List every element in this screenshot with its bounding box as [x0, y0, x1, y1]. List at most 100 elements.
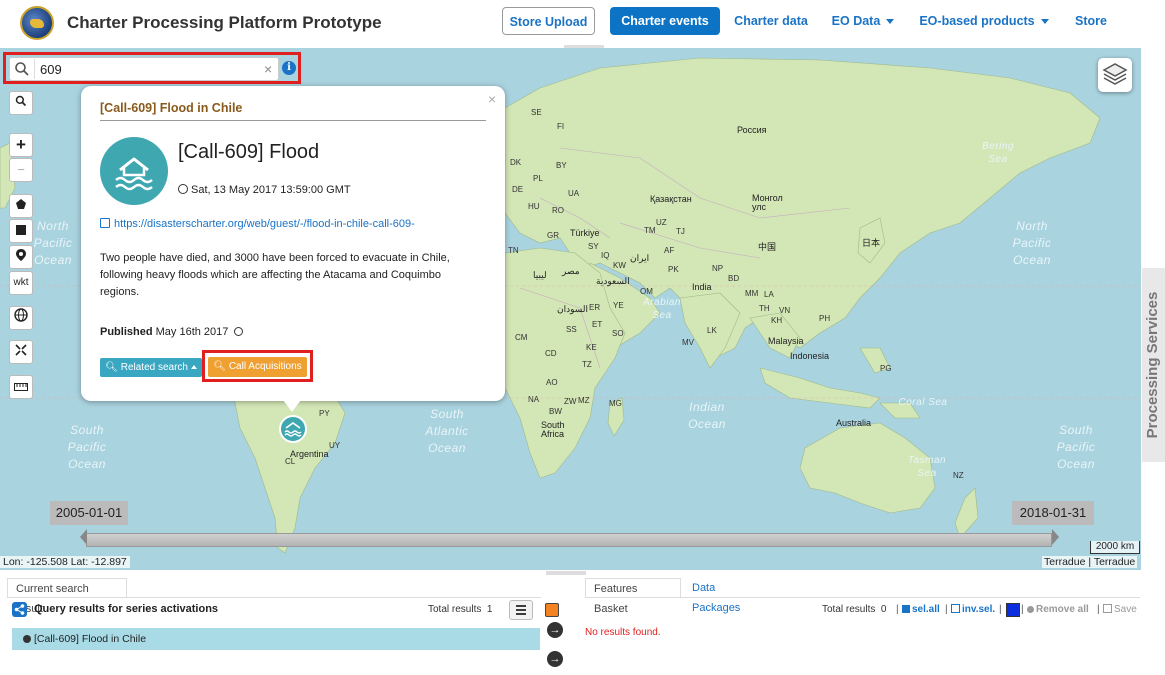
label-kazakhstan: Қазақстан [650, 194, 692, 204]
timeline-end-date[interactable]: 2018-01-31 [1012, 501, 1094, 525]
label-argentina: Argentina [290, 449, 329, 459]
label-turkiye: Türkiye [570, 228, 600, 238]
search-icon: 🔍︎ [105, 362, 118, 373]
country-code: NA [528, 395, 540, 404]
wkt-button[interactable]: wkt [9, 271, 33, 295]
call-acquisitions-button[interactable]: 🔍︎ Call Acquisitions [208, 357, 307, 377]
label-south-africa: South Africa [541, 420, 565, 439]
label-egypt: مصر [562, 266, 580, 276]
move-to-basket-icon[interactable]: → [547, 622, 563, 638]
remove-all-button[interactable]: Remove all [1027, 604, 1089, 615]
basket-color-swatch[interactable] [1006, 603, 1020, 617]
info-icon[interactable]: i [282, 61, 296, 75]
country-code: SY [588, 242, 599, 251]
zoom-out-button[interactable]: − [9, 158, 33, 182]
country-code: ER [589, 303, 601, 312]
tab-current-search-result[interactable]: Current search result [7, 578, 127, 615]
ocean-label-coral-sea: Coral Sea [898, 397, 948, 408]
save-button[interactable]: Save [1103, 604, 1137, 615]
ocean-label-indian: Indian Ocean [688, 400, 726, 431]
panel-splitter[interactable] [546, 571, 586, 575]
processing-services-tab[interactable]: Processing Services [1142, 268, 1165, 462]
clock-icon [234, 327, 244, 336]
country-code: BY [556, 161, 567, 170]
globe-icon [23, 635, 31, 643]
label-indonesia: Indonesia [790, 351, 830, 361]
close-popup-icon[interactable]: × [488, 91, 496, 107]
country-code: KW [613, 261, 626, 270]
event-date-text: Sat, 13 May 2017 13:59:00 GMT [191, 184, 351, 196]
country-code: IQ [601, 251, 610, 260]
series-color-swatch[interactable] [545, 603, 559, 617]
share-icon [12, 602, 27, 617]
select-all-button[interactable]: sel.all [902, 604, 940, 615]
nav-eo-products-label: EO-based products [919, 14, 1035, 28]
timeline-left-handle[interactable] [80, 529, 87, 545]
timeline-slider-track[interactable] [86, 533, 1052, 547]
event-marker-flood[interactable] [279, 415, 307, 443]
layers-switcher-button[interactable] [1098, 58, 1132, 92]
nav-charter-events[interactable]: Charter events [610, 7, 720, 35]
nav-store[interactable]: Store [1066, 7, 1116, 35]
related-search-button[interactable]: 🔍︎ Related search [100, 358, 202, 377]
ruler-icon [14, 383, 28, 391]
total-results-right: Total results 0 [822, 604, 886, 615]
country-code: VN [779, 306, 791, 315]
timeline-start-date[interactable]: 2005-01-01 [50, 501, 128, 525]
draw-rectangle-button[interactable] [9, 219, 33, 243]
store-upload-button[interactable]: Store Upload [502, 7, 595, 35]
scale-bar: 2000 km [1090, 541, 1140, 554]
zoom-in-button[interactable]: + [9, 133, 33, 157]
no-results-message: No results found. [585, 627, 661, 638]
country-code: UY [329, 441, 341, 450]
label-saudi: السعودية [596, 276, 630, 286]
country-code: ZW [564, 397, 577, 406]
country-code: PL [533, 174, 543, 183]
event-external-link[interactable]: https://disasterscharter.org/web/guest/-… [100, 218, 415, 230]
list-view-button[interactable] [509, 600, 533, 620]
event-date: Sat, 13 May 2017 13:59:00 GMT [178, 184, 351, 196]
total-results-left: Total results 1 [428, 604, 492, 615]
nav-eo-products-dropdown[interactable]: EO-based products [912, 7, 1056, 35]
invert-selection-button[interactable]: inv.sel. [951, 604, 995, 615]
label-australia: Australia [836, 418, 872, 428]
result-list-item[interactable]: [Call-609] Flood in Chile [12, 628, 540, 650]
country-code: MG [609, 399, 622, 408]
tab-data-packages[interactable]: Data Packages [684, 578, 774, 614]
total-results-value: 0 [880, 604, 887, 615]
country-code: DK [510, 158, 522, 167]
related-search-label: Related search [120, 362, 188, 373]
fullscreen-button[interactable] [9, 340, 33, 364]
list-icon [516, 605, 526, 615]
layers-icon [1102, 63, 1128, 85]
search-icon [15, 62, 29, 76]
tab-features-basket[interactable]: Features Basket [585, 578, 681, 615]
clear-search-icon[interactable]: × [264, 61, 272, 77]
country-code: AO [546, 378, 558, 387]
country-code: SE [531, 108, 542, 117]
draw-polygon-button[interactable] [9, 194, 33, 218]
measure-button[interactable] [9, 375, 33, 399]
move-all-to-basket-icon[interactable]: → [547, 651, 563, 667]
country-code: TJ [676, 227, 685, 236]
search-icon: 🔍︎ [213, 361, 227, 372]
country-code: CL [285, 457, 296, 466]
map-search-button[interactable] [9, 91, 33, 115]
globe-button[interactable] [9, 306, 33, 330]
call-acquisitions-label: Call Acquisitions [228, 361, 302, 372]
country-code: UA [568, 189, 580, 198]
nav-charter-data[interactable]: Charter data [728, 7, 814, 35]
save-icon [1103, 604, 1112, 613]
polygon-icon [16, 199, 26, 209]
remove-all-label: Remove all [1036, 604, 1089, 615]
country-code: TZ [582, 360, 592, 369]
charter-logo[interactable] [20, 6, 54, 40]
timeline-right-handle[interactable] [1052, 529, 1059, 545]
nav-eo-data-dropdown[interactable]: EO Data [826, 7, 900, 35]
draw-point-button[interactable] [9, 245, 33, 269]
nav-eo-data-label: EO Data [831, 14, 881, 28]
rectangle-icon [16, 225, 26, 235]
flood-icon [284, 422, 302, 437]
country-code: DE [512, 185, 524, 194]
search-input[interactable] [40, 60, 240, 78]
